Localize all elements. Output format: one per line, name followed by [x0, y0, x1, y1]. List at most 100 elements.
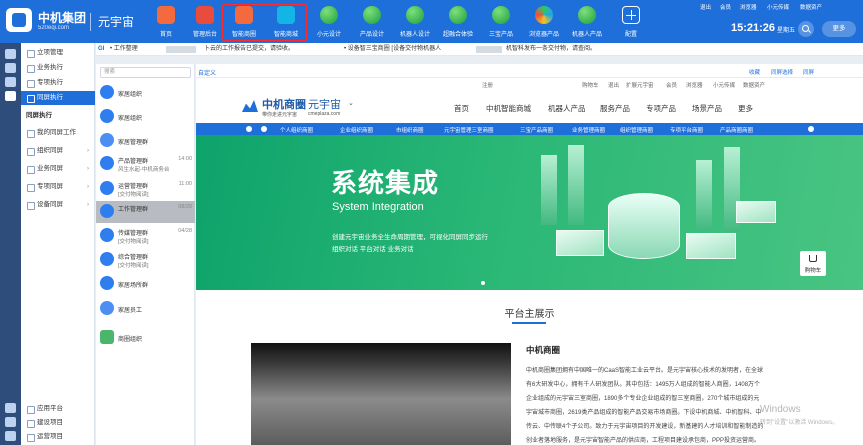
hero-banner[interactable]: 系统集成 System Integration 创建元宇宙业务全生命周期管理，可…: [196, 135, 863, 290]
top-link-browser[interactable]: 浏览器: [740, 3, 757, 11]
favorite-button[interactable]: 收藏: [749, 68, 760, 76]
menu-item-label: 组织同屏: [37, 147, 63, 154]
contact-search-input[interactable]: 搜索: [100, 67, 191, 78]
nav-product-design[interactable]: 产品设计: [351, 0, 393, 43]
site-link-cart[interactable]: 购物车: [582, 81, 599, 89]
contact-list: 搜索 家居组织 家居组织 家居管理群 产品管理群 风生水起-中机商务台 14:0…: [96, 64, 195, 445]
site-link-data-assets[interactable]: 数据资产: [743, 81, 765, 89]
nav-robot-product[interactable]: 机器人产品: [566, 0, 608, 43]
nav-home[interactable]: 首页: [145, 0, 187, 43]
special-icon[interactable]: [5, 77, 16, 87]
menu-item-label: 设备同屏: [37, 201, 63, 208]
screen-share-button[interactable]: 同屏: [803, 68, 814, 76]
site-nav-more[interactable]: 更多: [738, 103, 753, 114]
site-link-logout[interactable]: 退出: [608, 81, 619, 89]
site-link-browser[interactable]: 浏览器: [686, 81, 703, 89]
site-nav-scene[interactable]: 场景产品: [692, 103, 722, 114]
screen-select-button[interactable]: 同屏选择: [771, 68, 793, 76]
nav-fusion[interactable]: 超融合体验: [437, 0, 479, 43]
notice-text-3[interactable]: • 设备智三宝商圈 [设备交付物机器人: [344, 43, 441, 56]
mountain-logo-icon[interactable]: [242, 97, 258, 113]
intro-paragraph-line: 创业者落地服务，是元宇宙智能产品的供应商，工程项目建设承包商，PPP投资运营商。: [526, 438, 761, 444]
menu-item-ops-project[interactable]: 运营项目: [21, 430, 95, 444]
nav-admin[interactable]: 管理后台: [184, 0, 226, 43]
server-tower-graphic: [696, 160, 712, 230]
nav-sanbao[interactable]: 三宝产品: [480, 0, 522, 43]
category-item[interactable]: 产品商圈商圈: [720, 126, 753, 134]
screen-share-icon[interactable]: [5, 91, 16, 101]
top-link-data-assets[interactable]: 数据资产: [800, 3, 822, 11]
notice-text-1[interactable]: • 工作整理: [110, 43, 138, 56]
site-nav-mall[interactable]: 中机智能商城: [486, 103, 531, 114]
cart-icon: [809, 255, 817, 262]
top-link-logout[interactable]: 退出: [700, 3, 711, 11]
contact-row[interactable]: 运营管理群 [交付物阅读] 11:00: [96, 178, 195, 200]
menu-item-special-screen[interactable]: 专项同屏 ›: [21, 180, 95, 194]
menu-item-project[interactable]: 立项管理: [21, 46, 95, 60]
intro-video-player[interactable]: [251, 343, 511, 445]
nav-browser-product[interactable]: 浏览器产品: [523, 0, 565, 43]
contact-row-selected[interactable]: 工作管理群 08/28: [96, 201, 195, 223]
contact-row[interactable]: 商圈组织: [96, 327, 195, 349]
site-link-expand[interactable]: 扩展元宇宙: [626, 81, 654, 89]
contact-row[interactable]: 家居场所群: [96, 273, 195, 295]
category-item[interactable]: 个人组织商圈: [280, 126, 313, 134]
contact-row[interactable]: 家居管理群: [96, 130, 195, 152]
site-nav-special[interactable]: 专项产品: [646, 103, 676, 114]
top-link-media[interactable]: 小元传媒: [767, 3, 789, 11]
contact-row[interactable]: 家居组织: [96, 106, 195, 128]
site-nav-robot[interactable]: 机器人产品: [548, 103, 586, 114]
category-item[interactable]: 元宇宙管理三室商圈: [444, 126, 494, 134]
ops-project-icon[interactable]: [5, 431, 16, 441]
brand[interactable]: 中机集团 520eqi.com 元宇宙: [6, 5, 146, 38]
group-avatar-icon: [100, 156, 114, 170]
site-nav-service[interactable]: 服务产品: [600, 103, 630, 114]
nav-robot-design[interactable]: 机器人设计: [394, 0, 436, 43]
site-nav-home[interactable]: 首页: [454, 103, 469, 114]
floating-cart-button[interactable]: 购物车: [800, 251, 826, 276]
contact-row[interactable]: 传媒管理群 [交付物阅读] 04/28: [96, 225, 195, 247]
category-item[interactable]: 业务管理商圈: [572, 126, 605, 134]
chevron-down-icon[interactable]: ⌄: [348, 99, 354, 107]
menu-item-build-project[interactable]: 建设项目: [21, 416, 95, 430]
nav-xiaoyuan-design[interactable]: 小元设计: [308, 0, 350, 43]
top-link-member[interactable]: 会员: [720, 3, 731, 11]
menu-item-device-screen[interactable]: 设备同屏 ›: [21, 198, 95, 212]
app-platform-icon[interactable]: [5, 403, 16, 413]
site-link-member[interactable]: 会员: [666, 81, 677, 89]
category-item[interactable]: 专项平台商圈: [670, 126, 703, 134]
project-icon[interactable]: [5, 49, 16, 59]
category-item[interactable]: 组织管理商圈: [620, 126, 653, 134]
contact-row[interactable]: 综合管理群 [交付物阅读]: [96, 249, 195, 271]
contact-row[interactable]: 家居员工: [96, 298, 195, 320]
notice-text-4[interactable]: 机智科发布一条交付物，请查阅。: [506, 43, 596, 56]
carousel-indicator[interactable]: [481, 281, 485, 285]
category-item[interactable]: 企业组织商圈: [340, 126, 373, 134]
more-button[interactable]: 更多: [822, 21, 856, 37]
build-project-icon[interactable]: [5, 417, 16, 427]
menu-item-app-platform[interactable]: 应用平台: [21, 402, 95, 416]
menu-item-org-screen[interactable]: 组织同屏 ›: [21, 144, 95, 158]
group-avatar-icon: [100, 276, 114, 290]
menu-item-biz-screen[interactable]: 业务同屏 ›: [21, 162, 95, 176]
custom-address-link[interactable]: 自定义: [198, 68, 216, 77]
menu-item-my-screen[interactable]: 我的同屏工作: [21, 126, 95, 140]
menu-item-special[interactable]: 专项执行: [21, 76, 95, 90]
windows-activation-hint: 转到"设置"以激活 Windows。: [760, 420, 839, 426]
category-item[interactable]: 市组织商圈: [396, 126, 424, 134]
site-link-media[interactable]: 小元传媒: [713, 81, 735, 89]
site-link-register[interactable]: 注册: [482, 81, 493, 89]
arrow-right-icon[interactable]: [808, 126, 814, 132]
business-icon[interactable]: [5, 63, 16, 73]
menu-item-business[interactable]: 业务执行: [21, 61, 95, 75]
contact-row[interactable]: 产品管理群 风生水起-中机商务台 14:00: [96, 153, 195, 175]
nav-label: 机器人产品: [571, 32, 602, 38]
category-item[interactable]: 三宝产品商圈: [520, 126, 553, 134]
arrow-right-icon[interactable]: [261, 126, 267, 132]
arrow-left-icon[interactable]: [246, 126, 252, 132]
search-icon[interactable]: [798, 21, 814, 37]
nav-config[interactable]: 配置: [610, 0, 652, 43]
notice-text-2[interactable]: 卜云的工作报告已提交，请验收。: [204, 43, 294, 56]
contact-row[interactable]: 家居组织: [96, 82, 195, 104]
menu-item-screen-share[interactable]: 同屏执行: [21, 91, 95, 105]
